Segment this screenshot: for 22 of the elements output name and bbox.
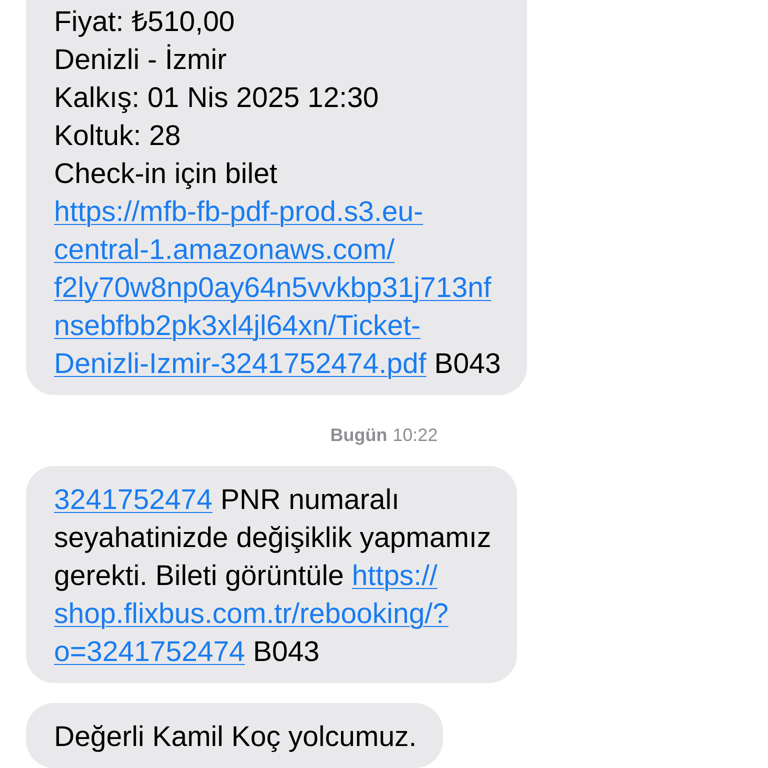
link[interactable]: https:// [352,557,438,595]
link[interactable]: nsebfbb2pk3xl4jl64xn/Ticket- [54,307,420,345]
message-text: Check-in için bilet [54,157,278,192]
timestamp-day: Bugün [330,425,388,446]
message-text: seyahatinizde değişiklik yapmamız [54,521,492,556]
message-text: Denizli - İzmir [54,43,227,78]
link[interactable]: https://mfb-fb-pdf-prod.s3.eu- [54,193,424,231]
message-text: Değerli Kamil Koç yolcumuz. [54,720,417,755]
link[interactable]: central-1.amazonaws.com/ [54,231,395,269]
link[interactable]: f2ly70w8np0ay64n5vvkbp31j713nf [54,269,492,307]
link[interactable]: 3241752474 [54,481,213,519]
message-text: gerekti. Bileti görüntüle [54,559,344,594]
link[interactable]: Denizli-Izmir-3241752474.pdf [54,345,426,383]
message-text: Fiyat: ₺510,00 [54,5,235,40]
message-text: Koltuk: 28 [54,119,181,154]
link[interactable]: shop.flixbus.com.tr/rebooking/? [54,595,448,633]
timestamp-time: 10:22 [392,425,438,446]
message-text: PNR numaralı [220,483,400,518]
message-text: Kalkış: 01 Nis 2025 12:30 [54,81,379,116]
message-text: B043 [252,635,320,670]
link[interactable]: o=3241752474 [54,633,245,671]
message-text: B043 [434,347,501,382]
